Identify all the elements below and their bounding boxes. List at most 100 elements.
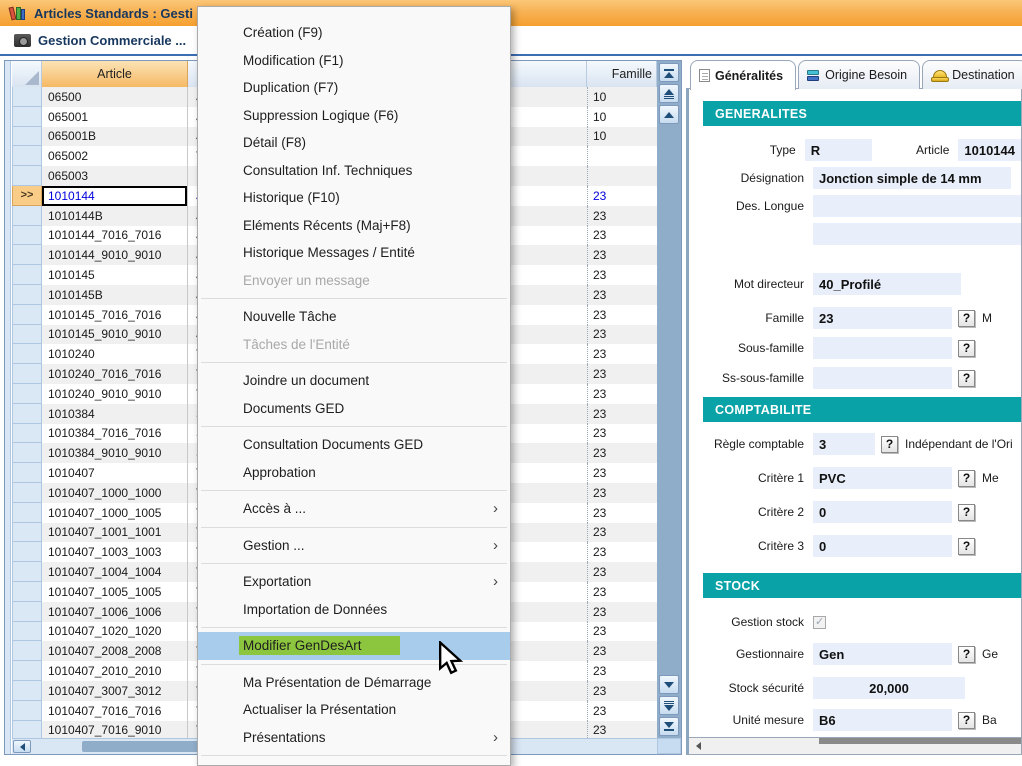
critere3-field[interactable]: 0 [813,535,952,557]
famille-cell[interactable]: 23 [587,701,657,721]
article-cell[interactable]: 1010240 [42,344,188,364]
famille-cell[interactable]: 23 [587,186,657,206]
row-selector-cell[interactable] [12,424,42,444]
famille-cell[interactable]: 23 [587,602,657,622]
menu-item-consultation-inf-techniques[interactable]: Consultation Inf. Techniques [198,157,510,185]
famille-cell[interactable]: 10 [587,87,657,107]
regle-comptable-field[interactable]: 3 [813,433,875,455]
row-selector-cell[interactable] [12,245,42,265]
row-selector-cell[interactable] [12,542,42,562]
article-cell[interactable]: 1010384_7016_7016 [42,424,188,444]
famille-cell[interactable]: 23 [587,562,657,582]
article-cell[interactable]: 1010145 [42,265,188,285]
famille-cell[interactable]: 23 [587,582,657,602]
row-selector-cell[interactable] [12,166,42,186]
famille-cell[interactable]: 23 [587,661,657,681]
row-selector-cell[interactable] [12,483,42,503]
scroll-down-button[interactable] [659,675,679,694]
article-cell[interactable]: 065001B [42,127,188,147]
famille-cell[interactable]: 23 [587,285,657,305]
menu-item-suppression-logique-f6[interactable]: Suppression Logique (F6) [198,102,510,130]
famille-cell[interactable]: 23 [587,542,657,562]
row-selector-cell[interactable] [12,384,42,404]
article-cell[interactable]: 1010407_7016_9010 [42,721,188,739]
row-selector-cell[interactable] [12,562,42,582]
menu-item-d-tail-f8[interactable]: Détail (F8) [198,129,510,157]
famille-cell[interactable]: 23 [587,206,657,226]
article-cell[interactable]: 1010407_2010_2010 [42,661,188,681]
row-selector-cell[interactable] [12,127,42,147]
critere3-help-button[interactable]: ? [958,538,975,555]
article-cell[interactable]: 1010144_7016_7016 [42,226,188,246]
sous-famille-help-button[interactable]: ? [958,340,975,357]
scroll-top-button[interactable] [659,63,679,82]
article-cell[interactable]: 1010407_1003_1003 [42,542,188,562]
gestion-stock-checkbox[interactable] [813,616,826,629]
famille-cell[interactable] [587,166,657,186]
famille-cell[interactable]: 23 [587,483,657,503]
row-selector-cell[interactable] [12,206,42,226]
menu-item-el-ments-r-cents-maj-f8[interactable]: Eléments Récents (Maj+F8) [198,212,510,240]
article-cell[interactable]: 1010144 [42,186,188,206]
famille-cell[interactable]: 23 [587,305,657,325]
famille-cell[interactable]: 23 [587,325,657,345]
ss-sous-famille-help-button[interactable]: ? [958,370,975,387]
famille-cell[interactable]: 23 [587,245,657,265]
row-selector-cell[interactable] [12,661,42,681]
row-selector-cell[interactable] [12,641,42,661]
row-selector-cell[interactable] [12,503,42,523]
famille-cell[interactable]: 23 [587,384,657,404]
article-cell[interactable]: 1010144B [42,206,188,226]
scroll-up-button[interactable] [659,105,679,124]
critere1-field[interactable]: PVC [813,467,952,489]
menu-item-actualiser-la-pr-sentation[interactable]: Actualiser la Présentation [198,696,510,724]
row-selector-cell[interactable] [12,701,42,721]
designation-field[interactable]: Jonction simple de 14 mm [813,167,1011,189]
menu-item-documents-ged[interactable]: Documents GED [198,395,510,423]
famille-cell[interactable]: 23 [587,226,657,246]
scroll-pagedown-button[interactable] [659,696,679,715]
famille-cell[interactable]: 23 [587,265,657,285]
sous-famille-field[interactable] [813,337,952,359]
critere2-field[interactable]: 0 [813,501,952,523]
row-selector-cell[interactable] [12,523,42,543]
menu-item-consultation-documents-ged[interactable]: Consultation Documents GED [198,431,510,459]
famille-cell[interactable]: 23 [587,443,657,463]
row-selector-cell[interactable] [12,721,42,739]
article-cell[interactable]: 1010407_7016_7016 [42,701,188,721]
famille-cell[interactable]: 10 [587,127,657,147]
table-corner-cell[interactable] [12,61,42,87]
row-selector-cell[interactable] [12,404,42,424]
column-header-famille[interactable]: Famille [587,61,657,87]
article-cell[interactable]: 1010144_9010_9010 [42,245,188,265]
type-field[interactable]: R [805,139,873,161]
mot-directeur-field[interactable]: 40_Profilé [813,273,961,295]
menu-item-importation-de-donn-es[interactable]: Importation de Données [198,596,510,624]
article-cell[interactable]: 06500 [42,87,188,107]
article-cell[interactable]: 1010407_2008_2008 [42,641,188,661]
article-cell[interactable]: 1010384 [42,404,188,424]
row-selector-cell[interactable] [12,305,42,325]
menu-item-joindre-un-document[interactable]: Joindre un document [198,367,510,395]
famille-cell[interactable]: 23 [587,503,657,523]
famille-field[interactable]: 23 [813,307,952,329]
panel-horizontal-scrollbar[interactable] [689,737,1021,754]
article-cell[interactable]: 1010407_1006_1006 [42,602,188,622]
des-longue-field-1[interactable] [813,195,1021,217]
critere2-help-button[interactable]: ? [958,504,975,521]
famille-cell[interactable] [587,146,657,166]
row-selector-cell[interactable] [12,325,42,345]
row-selector-cell[interactable] [12,146,42,166]
column-header-article[interactable]: Article [42,61,188,87]
article-cell[interactable]: 1010407_1001_1001 [42,523,188,543]
article-cell[interactable]: 1010145_7016_7016 [42,305,188,325]
menu-item-modification-f1[interactable]: Modification (F1) [198,47,510,75]
regle-help-button[interactable]: ? [881,436,898,453]
row-selector-cell[interactable] [12,582,42,602]
article-field[interactable]: 1010144 [958,139,1021,161]
article-cell[interactable]: 1010145_9010_9010 [42,325,188,345]
menu-item-nouvelle-t-che[interactable]: Nouvelle Tâche [198,303,510,331]
row-selector-cell[interactable] [12,285,42,305]
famille-cell[interactable]: 23 [587,424,657,444]
menu-item-cr-ation-f9[interactable]: Création (F9) [198,19,510,47]
